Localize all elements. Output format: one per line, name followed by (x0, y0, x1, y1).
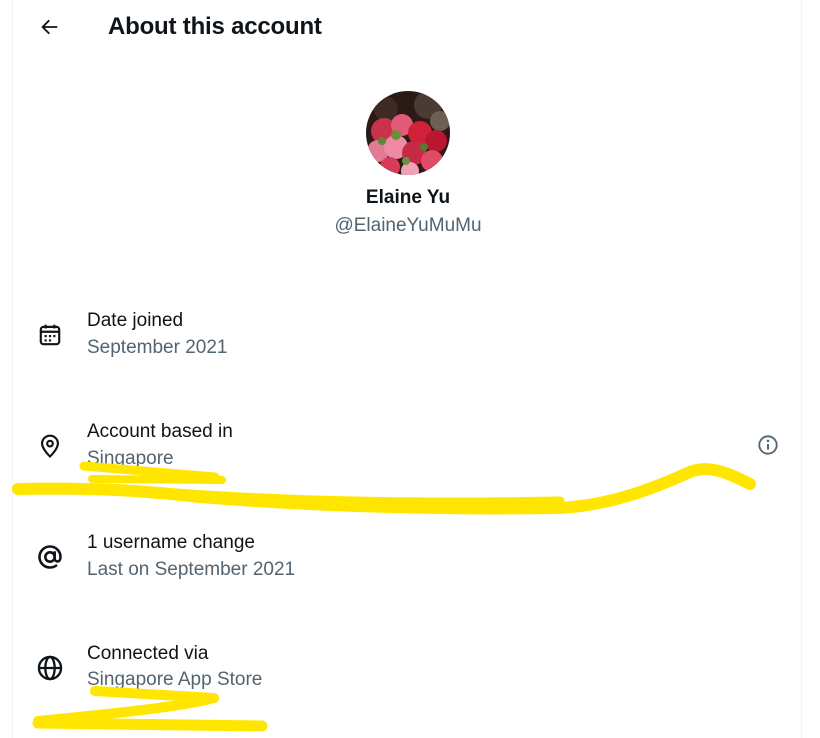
username-change-label: 1 username change (87, 532, 255, 553)
at-sign-icon (36, 543, 64, 571)
profile-name: Elaine Yu (365, 187, 451, 208)
date-joined-label: Date joined (87, 310, 184, 331)
avatar[interactable] (366, 91, 450, 175)
arrow-left-icon (41, 19, 58, 35)
account-based-in-value: Singapore (87, 448, 174, 469)
profile-handle: @ElaineYuMuMu (334, 215, 482, 236)
avatar-image (366, 91, 450, 175)
back-button[interactable] (32, 10, 66, 44)
page-title: About this account (108, 13, 322, 40)
username-change-value: Last on September 2021 (87, 559, 296, 580)
info-icon (758, 435, 778, 455)
location-pin-icon (36, 432, 64, 460)
account-based-in-label: Account based in (87, 421, 233, 442)
header: About this account (12, 0, 802, 57)
connected-via-label: Connected via (87, 643, 209, 664)
globe-icon (36, 654, 64, 682)
calendar-icon (36, 321, 64, 349)
info-button[interactable] (756, 433, 780, 457)
connected-via-value: Singapore App Store (87, 669, 263, 690)
date-joined-value: September 2021 (87, 337, 228, 358)
